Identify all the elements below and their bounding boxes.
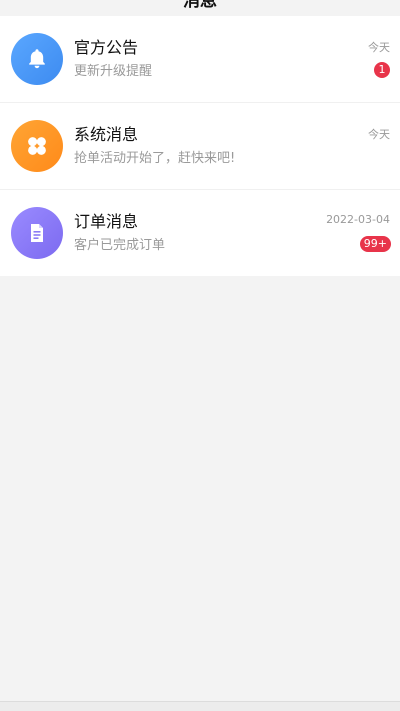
clover-icon: [11, 120, 63, 172]
message-time: 2022-03-04: [326, 213, 390, 226]
message-subtitle: 更新升级提醒: [74, 64, 153, 79]
message-item-order[interactable]: 订单消息 客户已完成订单 2022-03-04 99+: [0, 190, 400, 276]
message-subtitle: 抢单活动开始了，赶快来吧!: [74, 151, 236, 166]
message-list: 官方公告 更新升级提醒 今天 1 系统消息 抢单活动开始了，赶快来吧! 今天 订…: [0, 16, 400, 276]
unread-badge: 1: [374, 62, 390, 78]
page-title: 消息: [183, 0, 217, 11]
message-subtitle: 客户已完成订单: [74, 238, 166, 253]
bell-icon: [11, 33, 63, 85]
messages-page: 消息 官方公告 更新升级提醒 今天 1 系统消息 抢单活动开始了，赶快来吧! 今…: [0, 0, 400, 711]
message-title: 订单消息: [74, 212, 139, 231]
message-item-system[interactable]: 系统消息 抢单活动开始了，赶快来吧! 今天: [0, 103, 400, 190]
message-time: 今天: [368, 128, 390, 141]
message-title: 系统消息: [74, 125, 139, 144]
nav-bar: 消息: [0, 0, 400, 16]
unread-badge: 99+: [359, 236, 391, 252]
bottom-bar-edge: [0, 701, 400, 711]
document-icon: [11, 207, 63, 259]
message-item-official-notice[interactable]: 官方公告 更新升级提醒 今天 1: [0, 16, 400, 103]
message-title: 官方公告: [74, 38, 139, 57]
message-time: 今天: [368, 41, 390, 54]
